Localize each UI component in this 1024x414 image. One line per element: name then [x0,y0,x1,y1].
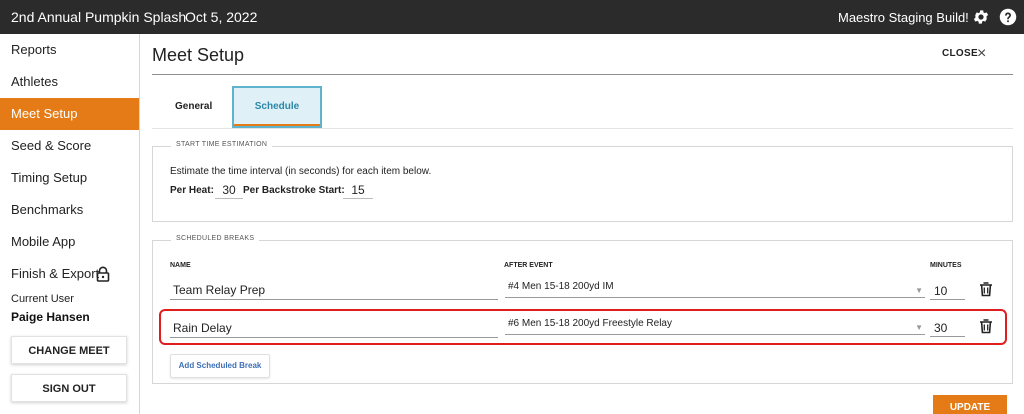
sidebar-item-label: Finish & Export [11,266,100,281]
change-meet-button[interactable]: CHANGE MEET [11,336,127,364]
update-button[interactable]: UPDATE [933,395,1007,414]
sidebar-item-meet-setup[interactable]: Meet Setup [0,98,139,130]
sidebar-item-mobile-app[interactable]: Mobile App [0,226,139,258]
estimation-description: Estimate the time interval (in seconds) … [170,166,432,177]
meet-date: Oct 5, 2022 [185,9,258,25]
per-heat-input[interactable]: 30 [215,183,243,199]
trash-icon[interactable] [978,281,994,297]
sidebar-item-reports[interactable]: Reports [0,34,139,66]
break-minutes-input[interactable]: 10 [930,280,965,300]
gear-icon[interactable] [972,8,990,26]
highlight-annotation [159,309,1007,345]
per-backstroke-label: Per Backstroke Start: [243,185,345,196]
current-user-name: Paige Hansen [11,310,90,324]
top-bar: 2nd Annual Pumpkin Splash Oct 5, 2022 Ma… [0,0,1024,34]
sidebar-item-timing-setup[interactable]: Timing Setup [0,162,139,194]
break-name-input[interactable]: Team Relay Prep [170,280,498,300]
close-icon[interactable]: × [977,46,989,62]
help-icon[interactable] [999,8,1017,26]
tab-active-indicator [234,124,320,126]
per-heat-label: Per Heat: [170,185,214,196]
sidebar-item-benchmarks[interactable]: Benchmarks [0,194,139,226]
after-event-value: #4 Men 15-18 200yd IM [508,281,614,292]
tab-schedule-label: Schedule [254,101,300,112]
sidebar-item-seed-score[interactable]: Seed & Score [0,130,139,162]
current-user-label: Current User [11,293,74,305]
scheduled-breaks-legend: SCHEDULED BREAKS [171,235,260,242]
start-time-legend: START TIME ESTIMATION [171,141,273,148]
column-header-minutes: MINUTES [930,262,962,269]
close-button[interactable]: CLOSE [942,48,978,59]
tabs-divider [152,128,1013,129]
sidebar-item-finish-export[interactable]: Finish & Export [0,258,139,290]
lock-icon [96,266,110,282]
build-label: Maestro Staging Build! [838,10,969,25]
start-time-fieldset: START TIME ESTIMATION [152,141,1013,222]
column-header-name: NAME [170,262,191,269]
column-header-after-event: AFTER EVENT [504,262,553,269]
after-event-select[interactable]: #4 Men 15-18 200yd IM ▼ [505,278,925,298]
sidebar: Reports Athletes Meet Setup Seed & Score… [0,34,140,414]
sidebar-item-athletes[interactable]: Athletes [0,66,139,98]
page-title: Meet Setup [152,45,245,65]
add-scheduled-break-button[interactable]: Add Scheduled Break [170,354,270,378]
tab-general[interactable]: General [175,101,212,112]
meet-name: 2nd Annual Pumpkin Splash [11,9,187,25]
title-divider [152,74,1013,75]
per-backstroke-input[interactable]: 15 [343,183,373,199]
tab-schedule[interactable]: Schedule [232,86,322,128]
sign-out-button[interactable]: SIGN OUT [11,374,127,402]
chevron-down-icon: ▼ [915,286,923,295]
